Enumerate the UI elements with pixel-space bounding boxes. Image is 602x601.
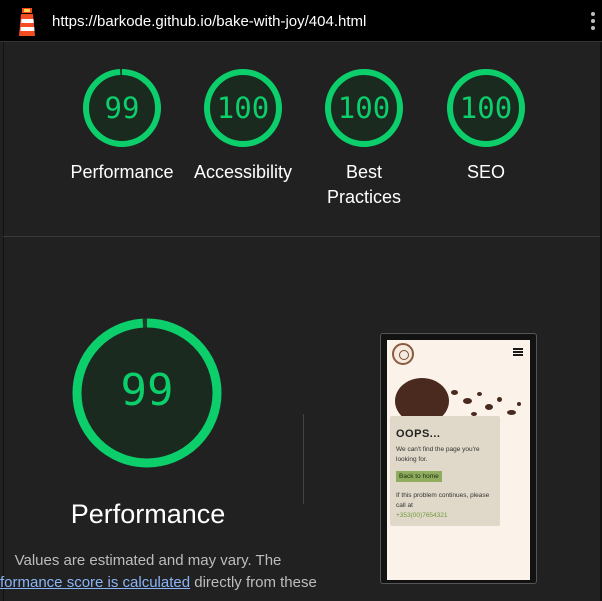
back-to-home-button: Back to home — [396, 471, 442, 482]
cookie-crumb — [485, 404, 493, 410]
gauge-best-practices-label-line2: Practices — [326, 187, 402, 207]
cookie-crumb — [497, 397, 502, 402]
cookie-crumb — [451, 390, 458, 395]
cookie-crumb — [507, 410, 516, 415]
gauge-seo-score: 100 — [459, 91, 513, 125]
site-logo-icon — [392, 343, 414, 365]
gauge-performance-label: Performance — [70, 162, 174, 182]
gauge-accessibility-score: 100 — [216, 91, 270, 125]
vertical-separator — [303, 414, 304, 504]
gauge-seo-label: SEO — [466, 162, 505, 182]
cookie-crumb — [463, 398, 472, 404]
gauge-best-practices-score: 100 — [337, 91, 391, 125]
gauge-performance[interactable]: 99 Performance — [70, 68, 174, 182]
gauge-best-practices-label: Best Practices — [294, 160, 434, 210]
error-heading: OOPS... — [396, 428, 441, 440]
error-help-text: If this problem continues, please call a… — [396, 492, 490, 509]
report-toolbar: https://barkode.github.io/bake-with-joy/… — [0, 0, 602, 42]
report-url[interactable]: https://barkode.github.io/bake-with-joy/… — [52, 13, 366, 30]
gauge-best-practices-label-line1: Best — [345, 162, 383, 182]
more-vert-icon[interactable] — [590, 12, 596, 32]
section-divider — [3, 236, 600, 237]
performance-score-large: 99 — [120, 365, 174, 416]
page-screenshot: OOPS... We can't find the page you're lo… — [387, 340, 530, 580]
lighthouse-icon — [19, 8, 35, 36]
score-note: Values are estimated and may vary. The — [0, 548, 296, 574]
score-note-line1: Values are estimated and may vary. The — [14, 552, 282, 569]
performance-gauge-large: 99 — [72, 318, 222, 468]
gauge-accessibility-label: Accessibility — [193, 162, 293, 182]
gauge-seo[interactable]: 100 SEO — [446, 68, 526, 182]
hamburger-menu-icon — [513, 348, 523, 356]
contact-phone: +353(00)7654321 — [396, 512, 448, 519]
cookie-crumb — [517, 402, 521, 406]
gauge-best-practices[interactable]: 100 Best Practices — [324, 68, 404, 207]
score-note-tail: directly from these — [190, 574, 317, 591]
gauge-accessibility[interactable]: 100 Accessibility — [194, 68, 292, 182]
error-message: We can't find the page you're looking fo… — [396, 446, 480, 463]
page-screenshot-thumbnail[interactable]: OOPS... We can't find the page you're lo… — [380, 333, 537, 584]
gauge-performance-score: 99 — [104, 91, 140, 125]
score-calculation-link[interactable]: formance score is calculated — [0, 574, 190, 591]
error-card: OOPS... We can't find the page you're lo… — [390, 416, 500, 526]
cookie-crumb — [477, 392, 482, 396]
performance-title: Performance — [70, 499, 226, 529]
score-note-row2: formance score is calculated directly fr… — [0, 574, 317, 591]
